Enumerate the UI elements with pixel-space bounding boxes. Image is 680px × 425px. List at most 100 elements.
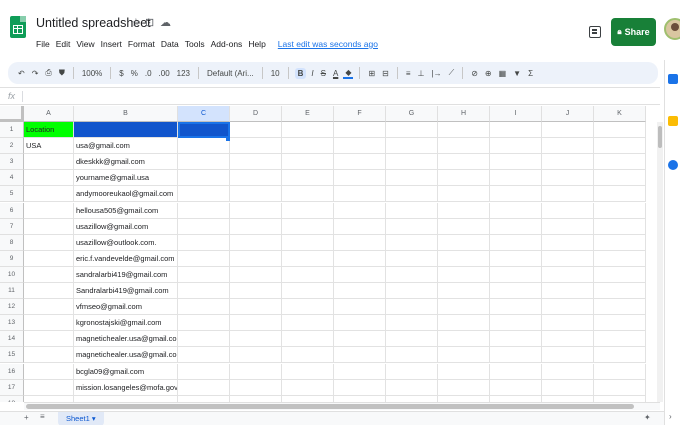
cell-empty[interactable] bbox=[334, 202, 386, 219]
cell-email[interactable]: bcgla09@gmail.com bbox=[74, 363, 178, 380]
cell-empty[interactable] bbox=[230, 186, 282, 203]
cell-email[interactable]: Sandralarbi419@gmail.com bbox=[74, 283, 178, 300]
cell-empty[interactable] bbox=[386, 218, 438, 235]
cell-empty[interactable] bbox=[178, 154, 230, 171]
cell-empty[interactable] bbox=[490, 234, 542, 251]
cloud-status-icon[interactable]: ☁ bbox=[160, 16, 171, 29]
font-family-select[interactable]: Default (Ari... bbox=[205, 69, 256, 78]
print-icon[interactable]: ⎙ bbox=[43, 68, 53, 78]
cell-empty[interactable] bbox=[490, 186, 542, 203]
cell-email[interactable]: magnetichealer.usa@gmail.com bbox=[74, 347, 178, 364]
cell-empty[interactable] bbox=[230, 283, 282, 300]
cell-empty[interactable] bbox=[386, 250, 438, 267]
functions-icon[interactable]: Σ bbox=[526, 69, 535, 78]
cell-empty[interactable] bbox=[334, 250, 386, 267]
cell-empty[interactable] bbox=[386, 154, 438, 171]
star-icon[interactable]: ☆ bbox=[131, 16, 141, 29]
cell-empty[interactable] bbox=[438, 299, 490, 316]
cell-email[interactable]: vfmseo@gmail.com bbox=[74, 299, 178, 316]
cell-empty[interactable] bbox=[490, 283, 542, 300]
cell-email[interactable]: sandralarbi419@gmail.com bbox=[74, 266, 178, 283]
cell-empty[interactable] bbox=[230, 250, 282, 267]
cell-empty[interactable] bbox=[594, 122, 646, 139]
cell-empty[interactable] bbox=[230, 315, 282, 332]
row-header[interactable]: 12 bbox=[0, 299, 24, 316]
cell-empty[interactable] bbox=[594, 154, 646, 171]
cell-empty[interactable] bbox=[282, 379, 334, 396]
cell-empty[interactable] bbox=[386, 202, 438, 219]
vertical-align-icon[interactable]: ⊥ bbox=[416, 69, 427, 78]
cell-empty[interactable] bbox=[542, 347, 594, 364]
cell-empty[interactable] bbox=[386, 170, 438, 187]
text-wrap-icon[interactable]: |→ bbox=[430, 69, 444, 78]
cell-email[interactable] bbox=[74, 122, 178, 139]
cell-empty[interactable] bbox=[230, 299, 282, 316]
horizontal-align-icon[interactable]: ≡ bbox=[404, 69, 413, 78]
horizontal-scrollbar[interactable] bbox=[24, 402, 660, 410]
cell-empty[interactable] bbox=[230, 154, 282, 171]
cell-empty[interactable] bbox=[542, 283, 594, 300]
row-header[interactable]: 1 bbox=[0, 122, 24, 139]
cell-empty[interactable] bbox=[438, 283, 490, 300]
cell-empty[interactable] bbox=[178, 250, 230, 267]
cell-empty[interactable] bbox=[490, 299, 542, 316]
insert-link-icon[interactable]: ⊘ bbox=[469, 69, 480, 78]
column-header-e[interactable]: E bbox=[282, 106, 334, 122]
menu-tools[interactable]: Tools bbox=[185, 39, 205, 49]
cell-empty[interactable] bbox=[230, 347, 282, 364]
cell-empty[interactable] bbox=[490, 154, 542, 171]
menu-view[interactable]: View bbox=[76, 39, 94, 49]
column-header-k[interactable]: K bbox=[594, 106, 646, 122]
cell-empty[interactable] bbox=[386, 234, 438, 251]
redo-icon[interactable]: ↷ bbox=[30, 69, 41, 78]
cell-empty[interactable] bbox=[178, 170, 230, 187]
cell-empty[interactable] bbox=[438, 315, 490, 332]
text-rotation-icon[interactable]: ⟋ bbox=[447, 68, 457, 78]
sheet-tab[interactable]: Sheet1 ▾ bbox=[58, 412, 104, 425]
cell-email[interactable]: yourname@gmail.usa bbox=[74, 170, 178, 187]
cell-empty[interactable] bbox=[542, 299, 594, 316]
cell-empty[interactable] bbox=[490, 122, 542, 139]
cell-empty[interactable] bbox=[386, 299, 438, 316]
cell-email[interactable]: eric.f.vandevelde@gmail.com bbox=[74, 250, 178, 267]
add-sheet-icon[interactable]: + bbox=[24, 413, 29, 422]
cell-empty[interactable] bbox=[178, 218, 230, 235]
cell-empty[interactable] bbox=[386, 347, 438, 364]
spreadsheet-grid[interactable]: ABCDEFGHIJK 1 Location 2 USA usa@gmail.com 3 d… bbox=[0, 106, 660, 402]
cell-empty[interactable] bbox=[542, 315, 594, 332]
menu-data[interactable]: Data bbox=[161, 39, 179, 49]
cell-empty[interactable] bbox=[490, 250, 542, 267]
font-size-select[interactable]: 10 bbox=[269, 69, 282, 78]
cell-empty[interactable] bbox=[282, 363, 334, 380]
row-header[interactable]: 5 bbox=[0, 186, 24, 203]
cell-empty[interactable] bbox=[490, 347, 542, 364]
cell-empty[interactable] bbox=[230, 363, 282, 380]
cell-empty[interactable] bbox=[490, 331, 542, 348]
cell-empty[interactable] bbox=[230, 234, 282, 251]
column-header-i[interactable]: I bbox=[490, 106, 542, 122]
column-header-c[interactable]: C bbox=[178, 106, 230, 122]
last-edit-link[interactable]: Last edit was seconds ago bbox=[278, 39, 378, 49]
cell-email[interactable]: kgronostajski@gmail.com bbox=[74, 315, 178, 332]
cell-empty[interactable] bbox=[178, 299, 230, 316]
cell-empty[interactable] bbox=[282, 331, 334, 348]
row-header[interactable]: 13 bbox=[0, 315, 24, 332]
cell-empty[interactable] bbox=[178, 202, 230, 219]
cell-location-header[interactable]: Location bbox=[24, 122, 74, 139]
menu-add-ons[interactable]: Add-ons bbox=[211, 39, 243, 49]
cell-empty[interactable] bbox=[334, 138, 386, 155]
sheets-logo-icon[interactable] bbox=[10, 16, 26, 38]
cell-empty[interactable] bbox=[230, 122, 282, 139]
cell-empty[interactable] bbox=[490, 315, 542, 332]
cell-empty[interactable] bbox=[386, 315, 438, 332]
cell-empty[interactable] bbox=[282, 186, 334, 203]
cell-empty[interactable] bbox=[282, 266, 334, 283]
cell-empty[interactable] bbox=[542, 218, 594, 235]
cell-empty[interactable] bbox=[438, 250, 490, 267]
row-header[interactable]: 10 bbox=[0, 266, 24, 283]
text-color-button[interactable]: A bbox=[331, 69, 340, 78]
cell-empty[interactable] bbox=[542, 202, 594, 219]
cell-empty[interactable] bbox=[334, 186, 386, 203]
cell-location[interactable] bbox=[24, 234, 74, 251]
increase-decimal-button[interactable]: .00 bbox=[157, 69, 172, 78]
